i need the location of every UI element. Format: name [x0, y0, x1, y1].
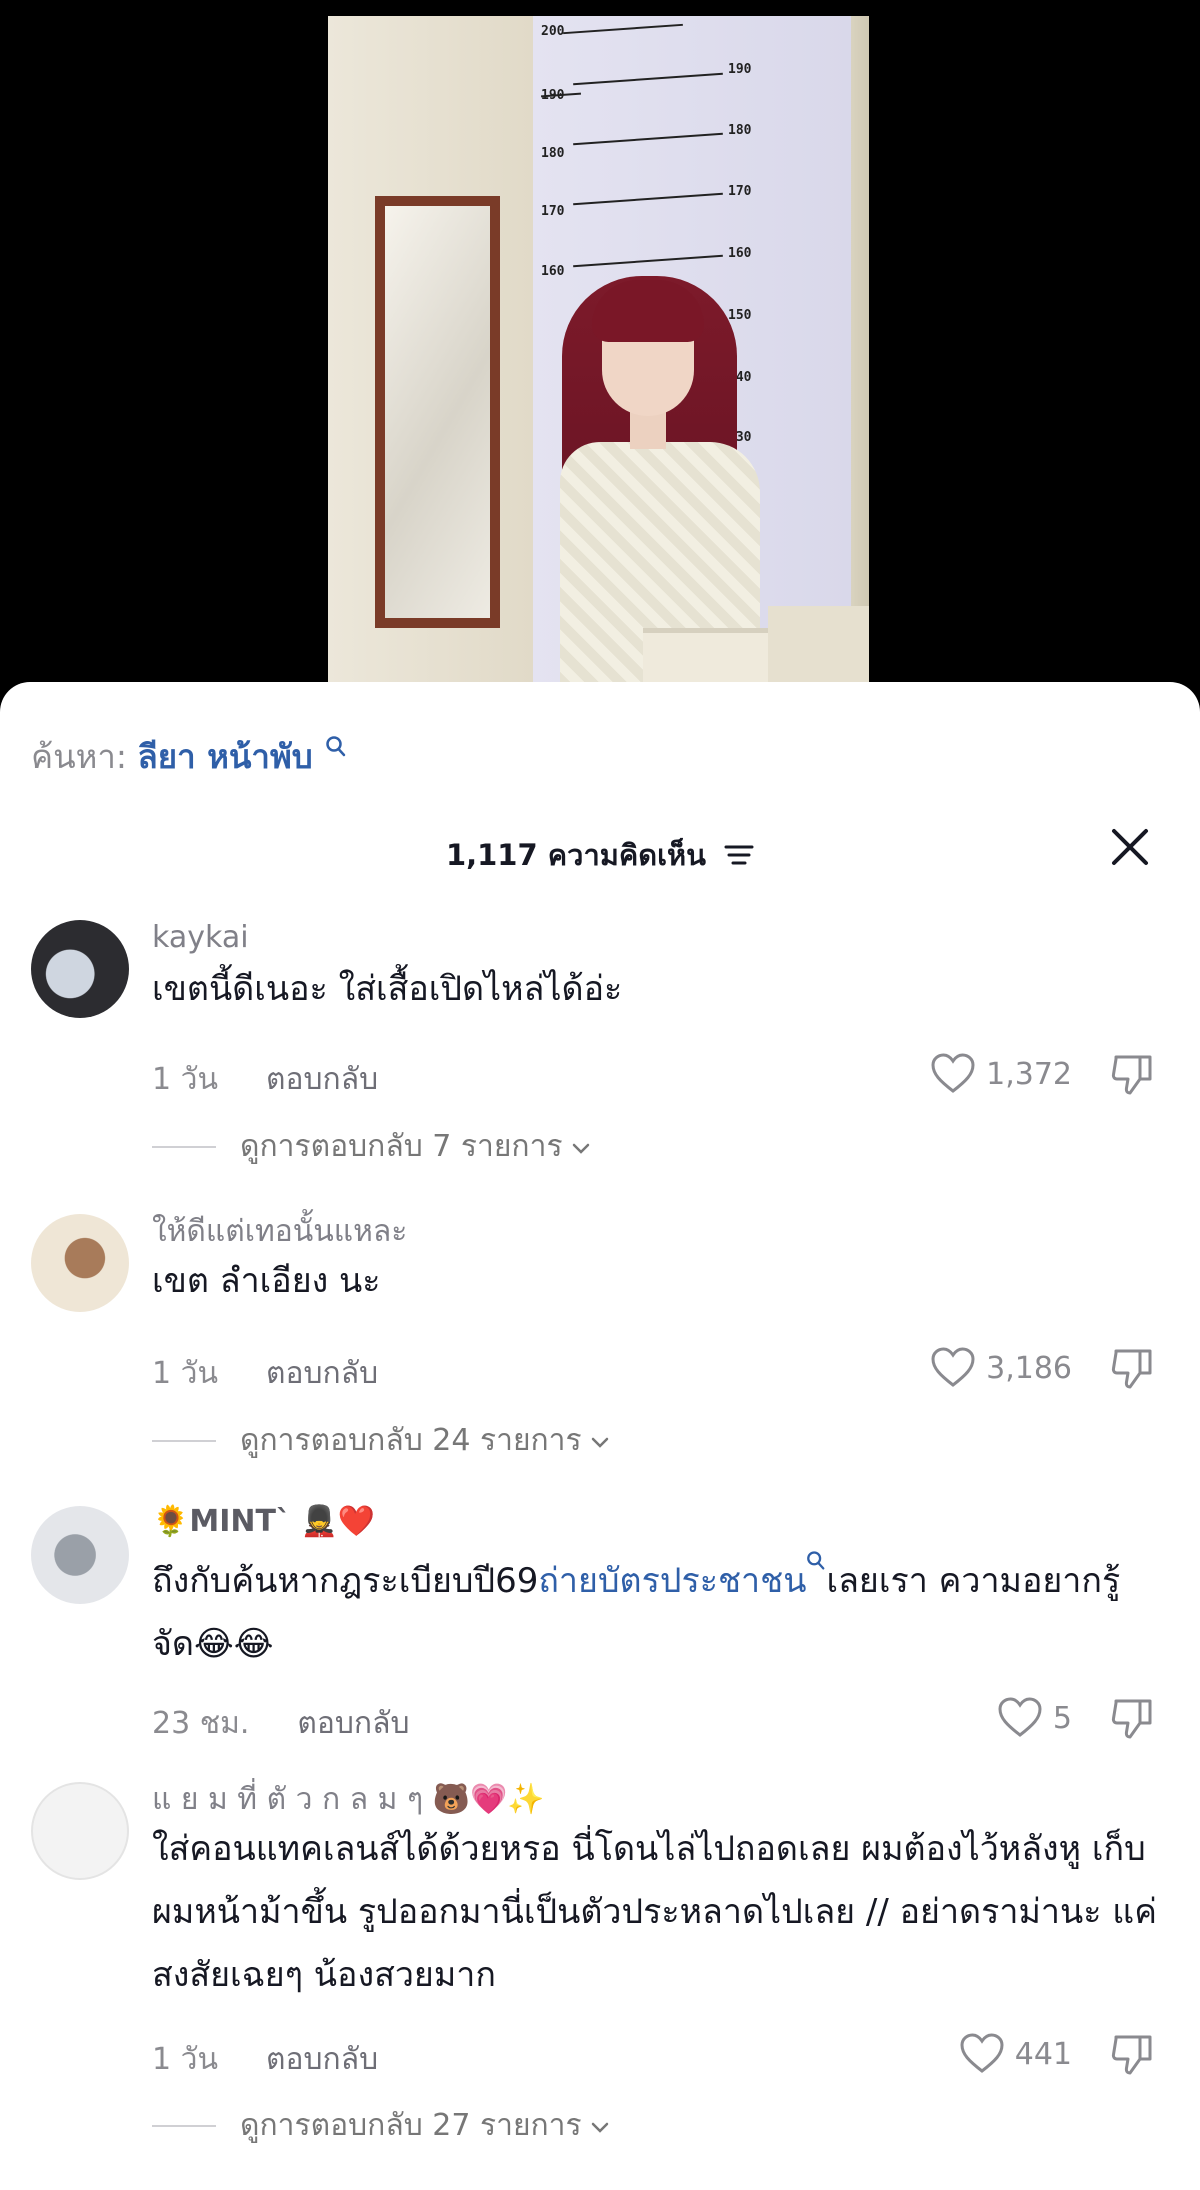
chevron-down-icon — [590, 2108, 610, 2143]
comment-time: 1 วัน — [152, 1356, 218, 1391]
pillar — [851, 16, 869, 700]
avatar[interactable] — [31, 920, 129, 1018]
divider — [152, 1145, 216, 1148]
search-prefix: ค้นหา: — [31, 737, 128, 776]
ruler-label: 170 — [541, 204, 565, 219]
like-button[interactable]: 441 — [959, 2033, 1072, 2075]
comments-header: 1,117 ความคิดเห็น — [0, 832, 1200, 882]
ruler-label: 180 — [541, 146, 565, 161]
like-button[interactable]: 1,372 — [930, 1053, 1072, 1095]
ruler-label: 170 — [728, 184, 752, 199]
comment-text: ใส่คอนแทคเลนส์ได้ด้วยหรอ นี่โดนไล่ไปถอดเ… — [152, 1829, 1157, 1995]
reply-button[interactable]: ตอบกลับ — [266, 1356, 378, 1391]
avatar[interactable] — [31, 1782, 129, 1880]
comment-text: เขต ลำเอียง นะ — [152, 1261, 381, 1301]
close-icon[interactable] — [1108, 825, 1152, 869]
heart-icon — [998, 1697, 1042, 1737]
chevron-down-icon — [571, 1129, 591, 1164]
ruler-label: 160 — [728, 246, 752, 261]
heart-icon — [931, 1347, 975, 1387]
like-count: 3,186 — [986, 1350, 1072, 1386]
dislike-icon[interactable] — [1110, 1051, 1156, 1097]
reply-button[interactable]: ตอบกลับ — [266, 1062, 378, 1097]
comment-meta: 1 วัน ตอบกลับ — [152, 2036, 378, 2083]
search-term-link[interactable]: ลียา หน้าพับ — [138, 737, 313, 776]
like-button[interactable]: 5 — [997, 1697, 1072, 1739]
video-player[interactable]: 200 190 190 180 180 170 170 160 160 150 … — [0, 0, 1200, 700]
ruler-label: 180 — [728, 123, 752, 138]
like-count: 1,372 — [986, 1056, 1072, 1092]
comments-sheet: ค้นหา: ลียา หน้าพับ 1,117 ความคิดเห็น ka… — [0, 682, 1200, 2190]
comment-meta: 23 ชม. ตอบกลับ — [152, 1700, 410, 1747]
view-replies-label: ดูการตอบกลับ 24 รายการ — [240, 1423, 582, 1458]
reply-button[interactable]: ตอบกลับ — [297, 1706, 409, 1741]
view-replies-link[interactable]: ดูการตอบกลับ 24 รายการ — [152, 1417, 610, 1464]
mirror — [375, 196, 500, 628]
username-emoji: 💂❤️ — [300, 1504, 376, 1539]
view-replies-link[interactable]: ดูการตอบกลับ 27 รายการ — [152, 2102, 610, 2149]
avatar[interactable] — [31, 1506, 129, 1604]
dislike-icon[interactable] — [1110, 2031, 1156, 2077]
comment-text: เขตนี้ดีเนอะ ใส่เสื้อเปิดไหล่ได้อ่ะ — [152, 969, 623, 1009]
heart-icon — [960, 2033, 1004, 2073]
dislike-icon[interactable] — [1110, 1345, 1156, 1391]
view-replies-label: ดูการตอบกลับ 27 รายการ — [240, 2108, 582, 2143]
comment-time: 1 วัน — [152, 2042, 218, 2077]
search-icon — [807, 1551, 825, 1570]
comment-meta: 1 วัน ตอบกลับ — [152, 1056, 378, 1103]
search-keyword-link[interactable]: ถ่ายบัตรประชาชน — [538, 1551, 826, 1601]
view-replies-label: ดูการตอบกลับ 7 รายการ — [240, 1129, 563, 1164]
avatar[interactable] — [31, 1214, 129, 1312]
search-suggestion[interactable]: ค้นหา: ลียา หน้าพับ — [31, 730, 347, 783]
divider — [152, 1439, 216, 1442]
like-count: 441 — [1014, 2036, 1072, 2072]
comment-count: 1,117 ความคิดเห็น — [445, 838, 706, 872]
chevron-down-icon — [590, 1423, 610, 1458]
view-replies-link[interactable]: ดูการตอบกลับ 7 รายการ — [152, 1123, 591, 1170]
search-icon — [325, 730, 347, 769]
comment-username[interactable]: แ ย ม ที่ ตั ว ก ล ม ๆ 🐻💗✨ — [152, 1776, 545, 1823]
comment-time: 23 ชม. — [152, 1706, 250, 1741]
video-frame: 200 190 190 180 180 170 170 160 160 150 … — [328, 16, 869, 700]
heart-icon — [931, 1053, 975, 1093]
ruler-label: 200 — [541, 24, 565, 39]
comment-meta: 1 วัน ตอบกลับ — [152, 1350, 378, 1397]
divider — [152, 2124, 216, 2127]
comment-username[interactable]: 🌻MINT` 💂❤️ — [152, 1504, 375, 1539]
comment-username[interactable]: kaykai — [152, 920, 249, 955]
comment-time: 1 วัน — [152, 1062, 218, 1097]
like-count: 5 — [1052, 1700, 1072, 1736]
username-emoji: 🌻 — [152, 1504, 190, 1539]
dislike-icon[interactable] — [1110, 1695, 1156, 1741]
comment-text: ถึงกับค้นหากฎระเบียบปี69ถ่ายบัตรประชาชนเ… — [152, 1550, 1162, 1676]
ruler-label: 190 — [541, 88, 565, 103]
ruler-label: 190 — [728, 62, 752, 77]
comment-username[interactable]: ให้ดีแต่เทอนั้นแหละ — [152, 1208, 407, 1255]
like-button[interactable]: 3,186 — [930, 1347, 1072, 1389]
reply-button[interactable]: ตอบกลับ — [266, 2042, 378, 2077]
sort-icon[interactable] — [724, 840, 754, 874]
